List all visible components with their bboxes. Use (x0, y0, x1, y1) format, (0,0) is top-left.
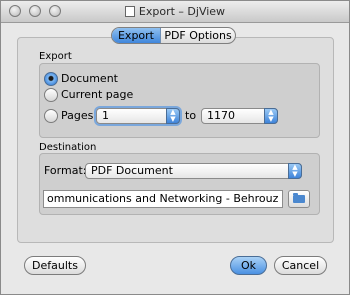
folder-icon (293, 193, 305, 203)
radio-document[interactable] (44, 72, 58, 86)
title-bar: Export – DjView (1, 1, 349, 23)
file-path-field[interactable]: ommunications and Networking - Behrouz A… (43, 190, 283, 208)
format-label: Format: (44, 164, 87, 177)
format-value: PDF Document (91, 164, 173, 177)
window-title-container: Export – DjView (1, 5, 349, 18)
tab-pdf-options[interactable]: PDF Options (161, 28, 235, 43)
tab-bar: Export PDF Options (111, 27, 236, 44)
radio-pages[interactable] (44, 109, 58, 123)
ok-button[interactable]: Ok (230, 256, 267, 275)
tab-export[interactable]: Export (112, 28, 161, 43)
export-dialog-window: Export – DjView Export Document Current … (0, 0, 350, 295)
radio-current-page[interactable] (44, 88, 58, 102)
from-page-value: 1 (102, 109, 109, 122)
export-group-label: Export (39, 51, 72, 62)
to-page-value: 1170 (207, 109, 235, 122)
to-label: to (185, 109, 197, 122)
updown-arrows-icon: ▲ ▼ (288, 163, 302, 179)
defaults-button[interactable]: Defaults (24, 256, 86, 275)
to-page-select[interactable]: 1170 ▲ ▼ (201, 108, 278, 124)
tab-panel: Export Document Current page Pages 1 ▲ ▼ … (17, 37, 334, 243)
radio-document-label[interactable]: Document (61, 72, 118, 85)
browse-folder-button[interactable] (288, 190, 310, 208)
updown-arrows-icon: ▲ ▼ (264, 108, 278, 124)
destination-group-label: Destination (39, 142, 97, 153)
destination-group-box: Format: PDF Document ▲ ▼ ommunications an… (39, 153, 320, 215)
format-select[interactable]: PDF Document ▲ ▼ (85, 163, 302, 179)
document-icon (124, 6, 135, 17)
radio-current-page-label[interactable]: Current page (61, 88, 133, 101)
radio-pages-label[interactable]: Pages (61, 109, 93, 122)
updown-arrows-icon: ▲ ▼ (166, 108, 180, 124)
window-title: Export – DjView (138, 5, 226, 18)
from-page-select[interactable]: 1 ▲ ▼ (96, 108, 180, 124)
cancel-button[interactable]: Cancel (274, 256, 327, 275)
export-group-box: Document Current page Pages 1 ▲ ▼ to 1170… (39, 63, 320, 138)
